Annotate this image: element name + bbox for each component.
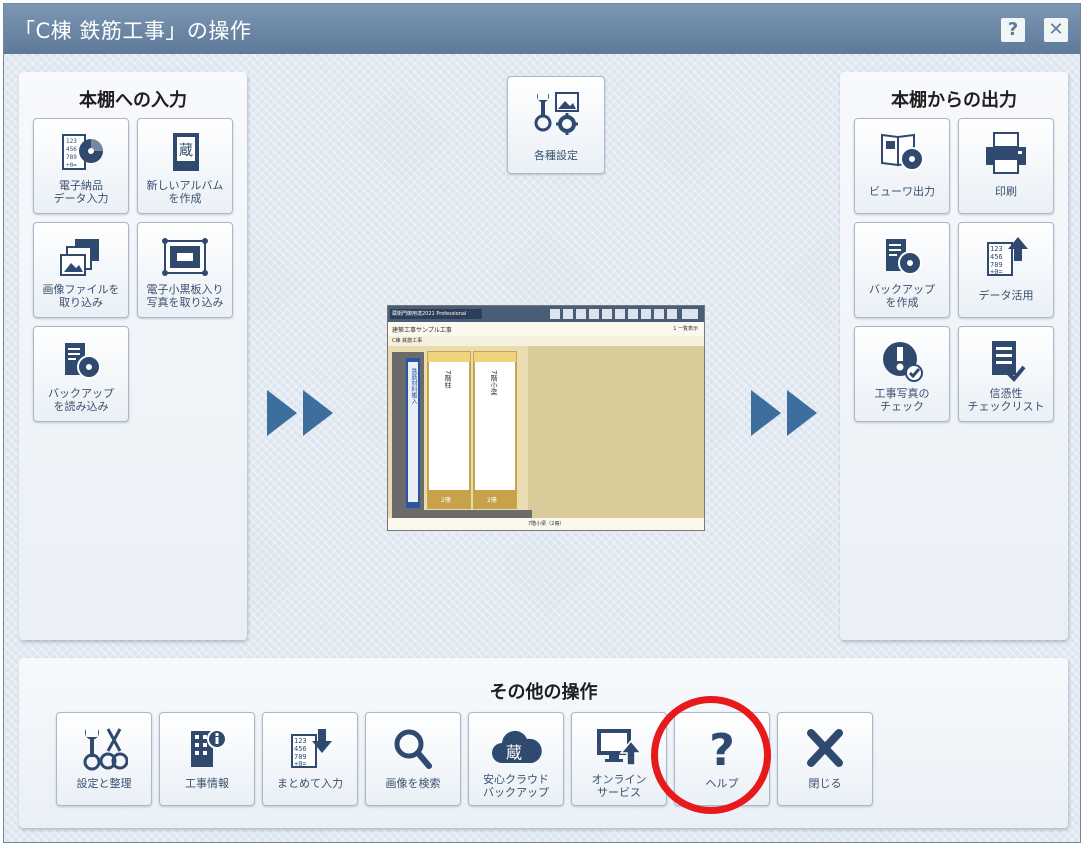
button-label: 工事情報 [185, 777, 229, 790]
new-album-icon: 蔵 [138, 131, 232, 175]
tile-label: 各種設定 [534, 149, 578, 162]
preview-right-label: 1 一覧表示 [673, 326, 698, 332]
input-panel-title: 本棚への入力 [79, 90, 187, 111]
input-flow-arrows [267, 390, 333, 436]
tile-label: データ活用 [978, 289, 1034, 302]
svg-text:蔵: 蔵 [506, 743, 522, 762]
bookshelf-preview: 蔵衛門御用達2021 Professional 建築工事サンプル工事 1 一覧表… [387, 305, 705, 531]
preview-tab: C棟 鉄筋工事 [392, 338, 423, 344]
batch-input-icon: 123 456 789 +0= [263, 727, 357, 771]
button-label: オンライン サービス [591, 773, 647, 799]
preview-app-title: 蔵衛門御用達2021 Professional [392, 311, 467, 317]
close-button[interactable]: 閉じる [777, 712, 873, 806]
close-icon [778, 727, 872, 771]
new-album-button[interactable]: 蔵 新しいアルバム を作成 [137, 118, 233, 214]
svg-text:123: 123 [990, 245, 1003, 253]
button-label: 設定と整理 [76, 777, 132, 790]
tile-label: ビューワ出力 [869, 185, 935, 198]
highlight-circle [651, 696, 771, 814]
title-bar: 「C棟 鉄筋工事」の操作 ? ✕ [4, 4, 1080, 54]
close-title-button[interactable]: ✕ [1044, 18, 1068, 42]
other-panel-title: その他の操作 [489, 682, 598, 703]
electronic-delivery-import-button[interactable]: 123 456 789 +0= 電子納品 データ入力 [33, 118, 129, 214]
window-title: 「C棟 鉄筋工事」の操作 [14, 19, 252, 43]
preview-breadcrumb: 建築工事サンプル工事 [392, 327, 452, 334]
preview-footer: 7階小梁（2冊） [528, 521, 565, 527]
other-operations-panel: その他の操作 設定と整理 工事情報 123 456 789 +0= まとめて入力 画像… [19, 658, 1068, 828]
search-icon [366, 727, 460, 771]
svg-text:123: 123 [294, 737, 307, 745]
settings-organize-button[interactable]: 設定と整理 [56, 712, 152, 806]
arrow-right-icon [751, 390, 781, 436]
electronic-delivery-import-icon: 123 456 789 +0= [34, 131, 128, 175]
backup-load-button[interactable]: バックアップ を読み込み [33, 326, 129, 422]
backup-create-button[interactable]: バックアップ を作成 [854, 222, 950, 318]
image-import-button[interactable]: 画像ファイルを 取り込み [33, 222, 129, 318]
svg-text:789: 789 [66, 154, 77, 161]
cloud-backup-button[interactable]: 蔵 安心クラウド バックアップ [468, 712, 564, 806]
tile-label: バックアップ を作成 [869, 283, 935, 309]
authenticity-checklist-icon [959, 339, 1053, 383]
preview-album-title: 7階柱 [444, 370, 452, 389]
arrow-right-icon [787, 390, 817, 436]
photo-check-button[interactable]: 工事写真の チェック [854, 326, 950, 422]
authenticity-checklist-button[interactable]: 信憑性 チェックリスト [958, 326, 1054, 422]
arrow-right-icon [267, 390, 297, 436]
output-panel: 本棚からの出力 ビューワ出力 印刷 バックアップ を作成 123 456 789 +0… [840, 72, 1068, 640]
svg-text:456: 456 [66, 146, 77, 153]
preview-album-title: 7階小梁 [490, 370, 498, 396]
tile-label: バックアップ を読み込み [48, 387, 114, 413]
various-settings-button[interactable]: 各種設定 [507, 76, 605, 174]
preview-album-count: 2冊 [487, 497, 497, 504]
preview-spine-main: 鉄筋材料搬入 [410, 368, 417, 404]
image-import-icon [34, 235, 128, 279]
arrow-right-icon [303, 390, 333, 436]
tile-label: 新しいアルバム を作成 [146, 179, 224, 205]
svg-text:+0=: +0= [66, 162, 77, 169]
svg-text:+0=: +0= [294, 760, 307, 768]
viewer-export-button[interactable]: ビューワ出力 [854, 118, 950, 214]
input-panel: 本棚への入力 123 456 789 +0= 電子納品 データ入力 蔵 新しいアルバム… [19, 72, 247, 640]
building-info-icon [160, 727, 254, 771]
tools-icon [57, 727, 151, 771]
data-utilization-icon: 123 456 789 +0= [959, 235, 1053, 279]
output-flow-arrows [751, 390, 817, 436]
output-panel-title: 本棚からの出力 [891, 90, 1017, 111]
button-label: まとめて入力 [277, 777, 343, 790]
button-label: 画像を検索 [385, 777, 441, 790]
print-button[interactable]: 印刷 [958, 118, 1054, 214]
viewer-export-icon [855, 131, 949, 175]
tile-label: 電子小黒板入り 写真を取り込み [146, 283, 224, 309]
svg-text:+0=: +0= [990, 268, 1003, 276]
backup-load-icon [34, 339, 128, 383]
tile-label: 画像ファイルを 取り込み [42, 283, 120, 309]
image-search-button[interactable]: 画像を検索 [365, 712, 461, 806]
tile-label: 信憑性 チェックリスト [967, 387, 1045, 413]
printer-icon [959, 131, 1053, 175]
construction-info-button[interactable]: 工事情報 [159, 712, 255, 806]
help-title-button[interactable]: ? [1001, 18, 1025, 42]
button-label: 安心クラウド バックアップ [483, 773, 549, 799]
tile-label: 工事写真の チェック [874, 387, 930, 413]
batch-input-button[interactable]: 123 456 789 +0= まとめて入力 [262, 712, 358, 806]
blackboard-photo-icon [138, 235, 232, 279]
svg-text:123: 123 [66, 138, 77, 145]
photo-check-icon [855, 339, 949, 383]
tile-label: 電子納品 データ入力 [53, 179, 109, 205]
cloud-backup-icon: 蔵 [469, 727, 563, 771]
dialog-window: 「C棟 鉄筋工事」の操作 ? ✕ 本棚への入力 123 456 789 +0= 電子納… [3, 3, 1081, 843]
tile-label: 印刷 [995, 185, 1017, 198]
backup-create-icon [855, 235, 949, 279]
data-utilization-button[interactable]: 123 456 789 +0= データ活用 [958, 222, 1054, 318]
blackboard-photo-button[interactable]: 電子小黒板入り 写真を取り込み [137, 222, 233, 318]
button-label: 閉じる [808, 777, 842, 790]
tools-settings-icon [508, 89, 604, 135]
svg-text:456: 456 [990, 253, 1003, 261]
svg-text:456: 456 [294, 745, 307, 753]
svg-text:蔵: 蔵 [179, 143, 193, 159]
preview-album-count: 2冊 [441, 497, 451, 504]
